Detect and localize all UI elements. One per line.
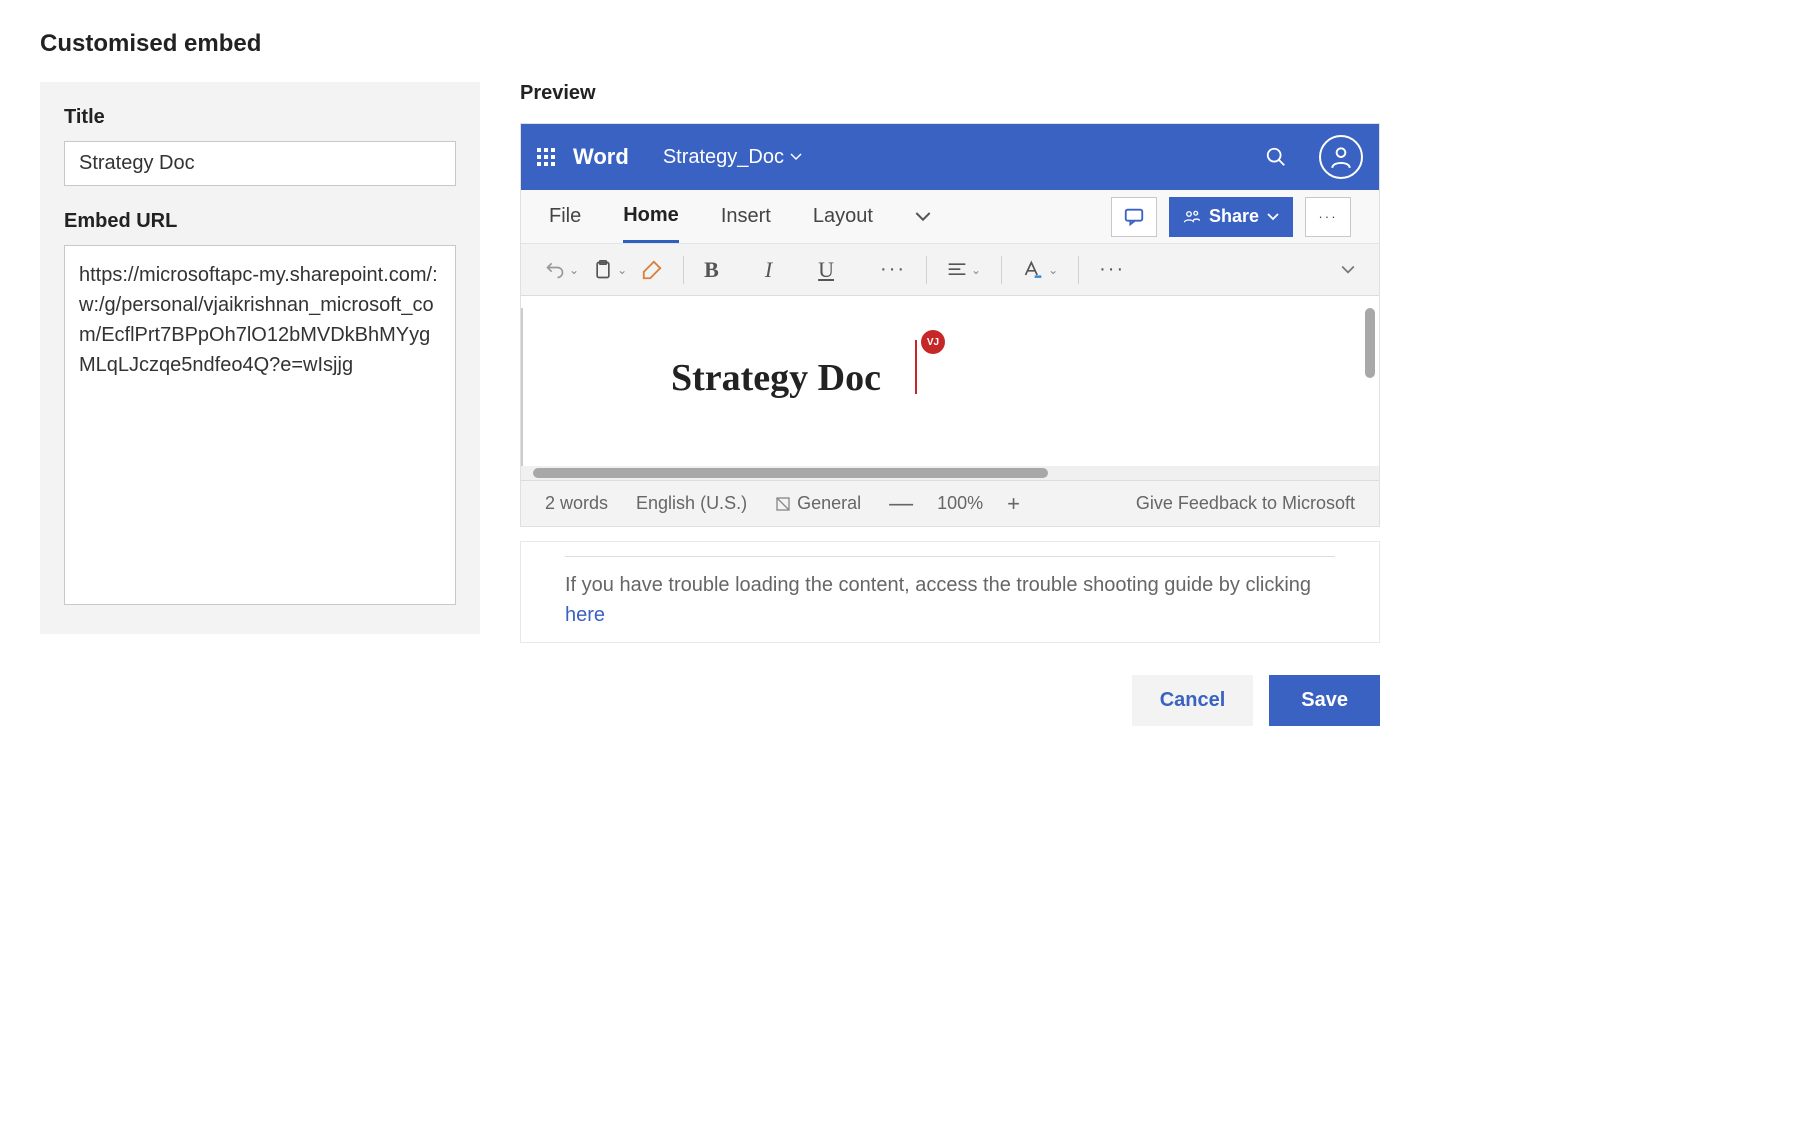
app-launcher-icon[interactable] xyxy=(537,148,555,166)
preview-frame: Word Strategy_Doc File H xyxy=(520,123,1380,527)
status-bar: 2 words English (U.S.) General — 100% + … xyxy=(521,480,1379,526)
zoom-in-button[interactable]: + xyxy=(1007,493,1020,515)
presence-badge: VJ xyxy=(921,330,945,354)
align-icon xyxy=(947,261,967,279)
paste-button[interactable]: ⌄ xyxy=(593,259,627,281)
ribbon-tabs: File Home Insert Layout Share xyxy=(521,190,1379,244)
embed-url-textarea[interactable] xyxy=(64,245,456,605)
cancel-button[interactable]: Cancel xyxy=(1132,675,1254,726)
chevron-down-icon xyxy=(915,209,931,225)
ellipsis-icon: ··· xyxy=(1318,209,1337,224)
page-edge xyxy=(521,308,523,466)
chevron-down-icon xyxy=(1267,211,1279,223)
modal-footer: Cancel Save xyxy=(40,675,1380,726)
ribbon-right-actions: Share ··· xyxy=(1111,197,1351,237)
document-name-dropdown[interactable]: Strategy_Doc xyxy=(663,146,802,169)
tab-file[interactable]: File xyxy=(549,190,581,243)
word-titlebar: Word Strategy_Doc xyxy=(521,124,1379,190)
search-icon[interactable] xyxy=(1263,144,1289,170)
horizontal-scroll-track[interactable] xyxy=(521,466,1379,480)
underline-button[interactable]: U xyxy=(818,257,834,283)
zoom-control: — 100% + xyxy=(889,492,1020,516)
feedback-link[interactable]: Give Feedback to Microsoft xyxy=(1136,493,1355,514)
preview-label: Preview xyxy=(520,82,1380,105)
sensitivity-status[interactable]: General xyxy=(775,493,861,514)
undo-button[interactable]: ⌄ xyxy=(545,260,579,280)
more-font-button[interactable]: ··· xyxy=(880,258,906,281)
more-options-button[interactable]: ··· xyxy=(1305,197,1351,237)
undo-icon xyxy=(545,260,565,280)
document-name-text: Strategy_Doc xyxy=(663,146,784,169)
sensitivity-icon xyxy=(775,496,791,512)
content-row: Title Embed URL Preview Word Strategy_ xyxy=(40,82,1380,643)
chevron-down-icon xyxy=(1341,263,1355,277)
styles-button[interactable]: ⌄ xyxy=(1022,260,1058,280)
text-style-icon xyxy=(1022,260,1044,280)
save-button[interactable]: Save xyxy=(1269,675,1380,726)
embed-url-label: Embed URL xyxy=(64,210,456,233)
ribbon-expand-toggle[interactable] xyxy=(1341,263,1355,277)
format-painter-button[interactable] xyxy=(641,259,663,281)
zoom-level[interactable]: 100% xyxy=(937,493,983,514)
help-link[interactable]: here xyxy=(565,604,605,626)
modal-title: Customised embed xyxy=(40,30,1380,58)
title-label: Title xyxy=(64,106,456,129)
sensitivity-label: General xyxy=(797,493,861,514)
embed-settings-panel: Title Embed URL xyxy=(40,82,480,634)
italic-button[interactable]: I xyxy=(765,257,772,283)
paintbrush-icon xyxy=(641,259,663,281)
document-body-text: Strategy Doc xyxy=(671,356,881,400)
comments-button[interactable] xyxy=(1111,197,1157,237)
more-commands-button[interactable]: ··· xyxy=(1099,258,1125,281)
comment-icon xyxy=(1123,206,1145,228)
people-icon xyxy=(1183,208,1201,226)
user-avatar[interactable] xyxy=(1319,135,1363,179)
zoom-out-button[interactable]: — xyxy=(889,492,913,516)
help-text: If you have trouble loading the content,… xyxy=(565,570,1335,630)
tab-insert[interactable]: Insert xyxy=(721,190,771,243)
document-canvas[interactable]: Strategy Doc VJ xyxy=(521,296,1379,466)
clipboard-icon xyxy=(593,259,613,281)
formatting-toolbar: ⌄ ⌄ B I U ··· xyxy=(521,244,1379,296)
paragraph-button[interactable]: ⌄ xyxy=(947,261,981,279)
word-count[interactable]: 2 words xyxy=(545,493,608,514)
title-input[interactable] xyxy=(64,141,456,186)
tab-home[interactable]: Home xyxy=(623,190,679,243)
customised-embed-modal: Customised embed Title Embed URL Preview xyxy=(40,30,1380,726)
text-cursor xyxy=(915,340,917,394)
vertical-scrollbar[interactable] xyxy=(1365,308,1375,378)
language-status[interactable]: English (U.S.) xyxy=(636,493,747,514)
share-button[interactable]: Share xyxy=(1169,197,1293,237)
preview-column: Preview Word Strategy_Doc xyxy=(520,82,1380,643)
word-brand: Word xyxy=(573,144,629,170)
help-box: If you have trouble loading the content,… xyxy=(520,541,1380,643)
horizontal-scrollbar[interactable] xyxy=(533,468,1048,478)
chevron-down-icon xyxy=(790,151,802,163)
more-tabs-dropdown[interactable] xyxy=(915,209,931,225)
tab-layout[interactable]: Layout xyxy=(813,190,873,243)
bold-button[interactable]: B xyxy=(704,257,719,283)
share-label: Share xyxy=(1209,206,1259,227)
help-text-prefix: If you have trouble loading the content,… xyxy=(565,574,1311,596)
